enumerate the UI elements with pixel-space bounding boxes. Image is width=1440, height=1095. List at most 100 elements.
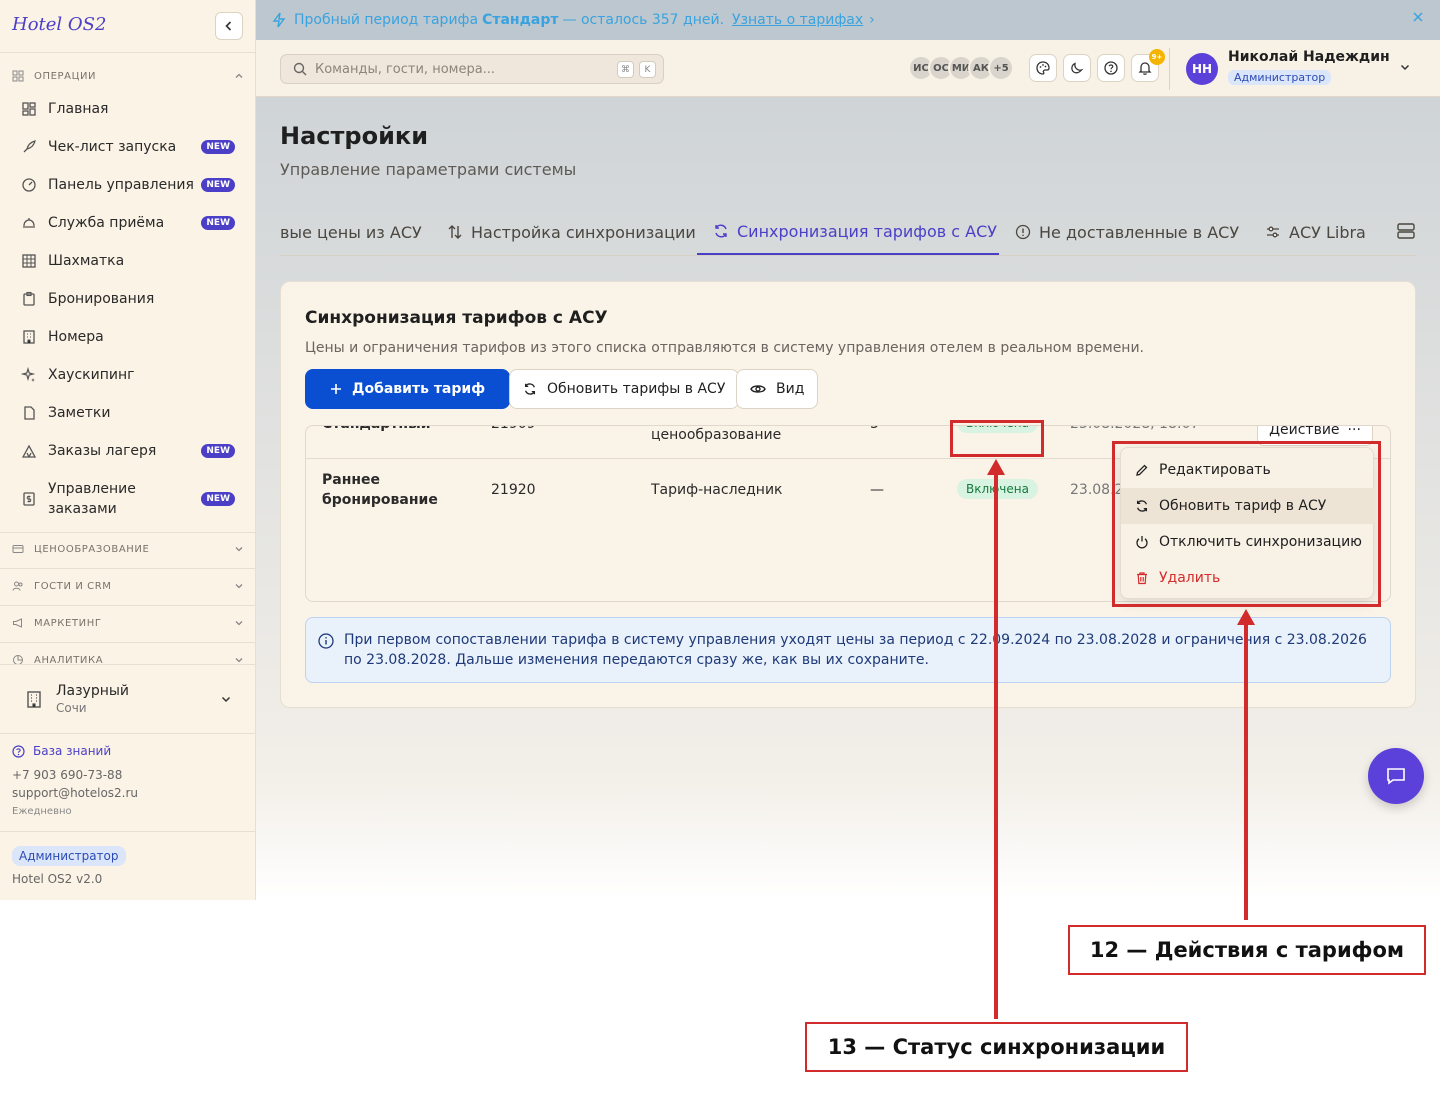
new-badge: NEW xyxy=(201,492,235,506)
annotation-line-status xyxy=(994,474,998,1019)
chevron-down-icon xyxy=(234,581,244,591)
section-label: МАРКЕТИНГ xyxy=(34,617,102,629)
chevron-down-icon[interactable] xyxy=(1399,61,1411,73)
hotel-city: Сочи xyxy=(56,701,87,715)
card-description: Цены и ограничения тарифов из этого спис… xyxy=(305,340,1145,356)
sidebar-divider xyxy=(0,532,256,533)
users-icon xyxy=(12,579,26,593)
chat-button[interactable] xyxy=(1368,748,1424,804)
sidebar-divider xyxy=(0,642,256,643)
command-search-input[interactable]: Команды, гости, номера... ⌘ K xyxy=(280,54,664,84)
page-title: Настройки xyxy=(280,122,429,150)
knowledge-base-label: База знаний xyxy=(33,744,112,758)
hotel-selector[interactable]: Лазурный Сочи xyxy=(12,676,244,722)
chevron-down-icon xyxy=(234,618,244,628)
sidebar-item-bookings[interactable]: Бронирования xyxy=(12,281,244,317)
tariff-updated: 23.08.2028, 18:07 xyxy=(1070,426,1199,434)
section-guests-crm[interactable]: ГОСТИ И CRM xyxy=(12,578,244,594)
user-avatar[interactable]: НН xyxy=(1186,53,1218,85)
info-text: При первом сопоставлении тарифа в систем… xyxy=(344,632,1367,668)
help-button[interactable] xyxy=(1097,54,1125,82)
notifications-button[interactable]: 9+ xyxy=(1131,49,1165,82)
annotation-arrow-actions xyxy=(1237,609,1255,625)
sidebar-item-rooms[interactable]: Номера xyxy=(12,319,244,355)
tab-asu-prices[interactable]: вые цены из АСУ xyxy=(280,209,422,255)
rocket-icon xyxy=(20,138,38,156)
tariff-name: Раннее xyxy=(322,472,381,488)
table-grid-icon xyxy=(20,252,38,270)
sidebar-item-camp-orders[interactable]: Заказы лагеря NEW xyxy=(12,433,244,469)
annotation-arrow-status xyxy=(987,459,1005,475)
user-role-badge: Администратор xyxy=(1228,70,1332,85)
tariff-type: Тариф-наследник xyxy=(651,482,783,498)
chevron-down-icon xyxy=(220,690,232,709)
hotel-building-icon xyxy=(20,689,48,709)
sidebar-item-control-panel[interactable]: Панель управления NEW xyxy=(12,167,244,203)
section-label: ОПЕРАЦИИ xyxy=(34,70,97,82)
sidebar-item-label: Заказы лагеря xyxy=(48,443,157,459)
hotel-name: Лазурный xyxy=(56,683,130,699)
support-phone[interactable]: +7 903 690-73-88 xyxy=(12,768,122,782)
new-badge: NEW xyxy=(201,140,235,154)
trial-banner: Пробный период тарифа Стандарт — осталос… xyxy=(256,0,1440,40)
sidebar-item-notes[interactable]: Заметки xyxy=(12,395,244,431)
collapse-sidebar-button[interactable] xyxy=(215,12,243,40)
pricing-link[interactable]: Узнать о тарифах xyxy=(732,12,863,28)
tab-tariff-sync[interactable]: Синхронизация тарифов с АСУ xyxy=(697,209,999,255)
sidebar-divider xyxy=(0,664,256,665)
chat-icon xyxy=(1387,768,1405,785)
bell-desk-icon xyxy=(20,214,38,232)
palette-icon xyxy=(1036,61,1050,75)
add-tariff-button[interactable]: Добавить тариф xyxy=(305,369,511,409)
sidebar-item-front-desk[interactable]: Служба приёма NEW xyxy=(12,205,244,241)
banner-days-left: — осталось 357 дней. xyxy=(562,12,725,28)
dark-mode-button[interactable] xyxy=(1063,54,1091,82)
tab-label: АСУ Libra xyxy=(1289,222,1366,242)
section-label: ЦЕНООБРАЗОВАНИЕ xyxy=(34,543,150,555)
sliders-icon xyxy=(1265,224,1281,240)
sidebar-divider xyxy=(0,52,256,53)
tab-sync-settings[interactable]: Настройка синхронизации xyxy=(447,209,696,255)
tariff-count: — xyxy=(870,482,884,498)
sidebar-item-order-management[interactable]: Управление заказами NEW xyxy=(12,474,244,524)
theme-palette-button[interactable] xyxy=(1029,54,1057,82)
sidebar-item-home[interactable]: Главная xyxy=(12,91,244,127)
section-analytics[interactable]: АНАЛИТИКА xyxy=(12,652,244,668)
tab-asu-libra[interactable]: АСУ Libra xyxy=(1265,209,1366,255)
lightning-icon xyxy=(272,12,286,28)
knowledge-base-link[interactable]: База знаний xyxy=(12,744,111,758)
more-icon: ··· xyxy=(1347,425,1361,438)
tab-label: Синхронизация тарифов с АСУ xyxy=(737,221,998,241)
section-marketing[interactable]: МАРКЕТИНГ xyxy=(12,615,244,631)
online-users[interactable]: ИС ОС МИ АК +5 xyxy=(908,55,1014,81)
button-label: Обновить тарифы в АСУ xyxy=(547,381,726,397)
sidebar-divider xyxy=(0,605,256,606)
server-icon[interactable] xyxy=(1396,221,1416,241)
gauge-icon xyxy=(20,176,38,194)
avatar-more[interactable]: +5 xyxy=(988,55,1014,81)
support-email[interactable]: support@hotelos2.ru xyxy=(12,786,138,800)
sidebar-item-chessboard[interactable]: Шахматка xyxy=(12,243,244,279)
sidebar-item-housekeeping[interactable]: Хаускипинг xyxy=(12,357,244,393)
building-icon xyxy=(20,328,38,346)
tab-label: Настройка синхронизации xyxy=(471,222,696,242)
notification-count: 9+ xyxy=(1149,49,1165,65)
refresh-tariffs-button[interactable]: Обновить тарифы в АСУ xyxy=(509,369,740,409)
brand-logo[interactable]: Hotel OS2 xyxy=(12,14,106,35)
chevron-up-icon xyxy=(234,71,244,81)
section-pricing[interactable]: ЦЕНООБРАЗОВАНИЕ xyxy=(12,541,244,557)
section-operations[interactable]: ОПЕРАЦИИ xyxy=(12,68,244,84)
help-circle-icon xyxy=(1104,61,1118,75)
alert-circle-icon xyxy=(1015,224,1031,240)
view-button[interactable]: Вид xyxy=(736,369,819,409)
header-divider xyxy=(1169,48,1170,90)
search-placeholder: Команды, гости, номера... xyxy=(315,61,496,77)
tab-undelivered[interactable]: Не доставленные в АСУ xyxy=(1015,209,1239,255)
clipboard-icon xyxy=(20,290,38,308)
app-version: Hotel OS2 v2.0 xyxy=(12,872,103,886)
plus-icon xyxy=(330,383,342,395)
user-name[interactable]: Николай Надеждин xyxy=(1228,49,1390,65)
chevron-down-icon xyxy=(234,544,244,554)
sidebar-item-launch-checklist[interactable]: Чек-лист запуска NEW xyxy=(12,129,244,165)
close-icon[interactable] xyxy=(1412,11,1424,23)
